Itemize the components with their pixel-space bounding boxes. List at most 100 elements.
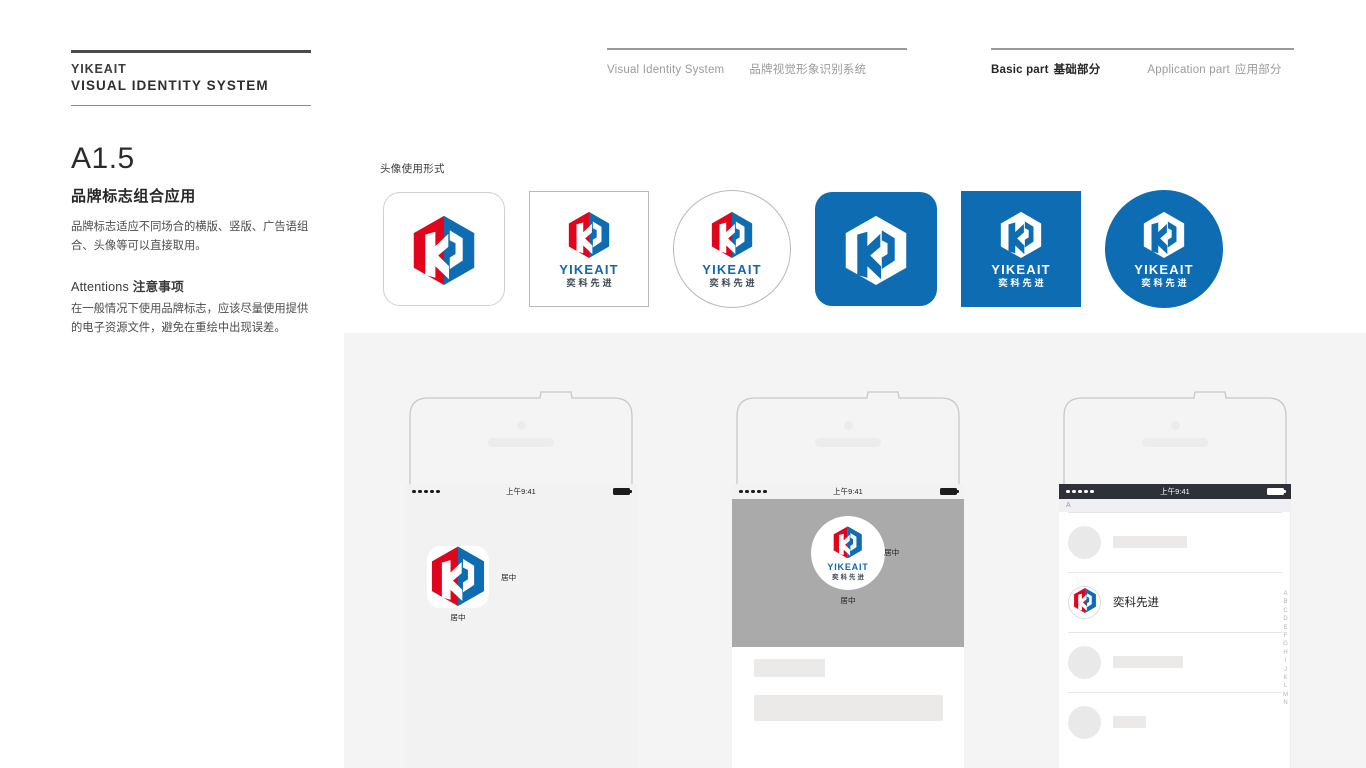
wordmark-en: YIKEAIT (559, 261, 619, 277)
phone-mockup-profile-screen: 上午9:41 YIKEAIT 奕科先进 居中 居中 (714, 388, 982, 768)
phone2-status-bar: 上午9:41 (732, 484, 964, 499)
logo-mark-icon (431, 545, 485, 606)
logo-mark-icon (711, 211, 753, 258)
page-root: YIKEAIT VISUAL IDENTITY SYSTEM Visual Id… (0, 0, 1366, 768)
attentions-heading: Attentions 注意事项 (71, 276, 321, 295)
contact-row[interactable] (1059, 692, 1291, 752)
logo-card-circle-full-lockup[interactable]: YIKEAIT 奕科先进 (673, 190, 791, 308)
phone-camera-dot (843, 421, 853, 430)
nav-group-title: Visual Identity System 品牌视觉形象识别系统 (607, 48, 907, 77)
logo-card-square-full-lockup[interactable]: YIKEAIT 奕科先进 (529, 191, 649, 307)
wordmark: YIKEAIT 奕科先进 (559, 263, 618, 288)
phone2-screen: 上午9:41 YIKEAIT 奕科先进 居中 居中 (732, 484, 964, 768)
battery-icon (940, 487, 960, 496)
nav-item-application-part-en: Application part (1147, 63, 1230, 76)
nav-group-parts: Basic part 基础部分 Application part 应用部分 (991, 48, 1294, 77)
logo-mark-icon (1072, 587, 1098, 618)
index-letter[interactable]: L (1284, 683, 1287, 690)
logo-mark-icon (413, 215, 475, 285)
wordmark: YIKEAIT 奕科先进 (1134, 263, 1193, 288)
index-letter[interactable]: N (1283, 700, 1287, 707)
contacts-list[interactable]: A 奕科先进 A B C D E F G H I J K L M N (1059, 499, 1291, 768)
logo-card-blue-rounded-square-mark-only[interactable] (815, 192, 937, 306)
phone1-screen: 上午9:41 居中 居中 (405, 484, 637, 768)
section-description: 品牌标志适应不同场合的横版、竖版、广告语组合、头像等可以直接取用。 (71, 221, 309, 252)
index-letter[interactable]: J (1284, 667, 1287, 674)
status-time: 上午9:41 (506, 487, 536, 496)
wordmark-cn: 奕科先进 (566, 277, 615, 288)
attentions-heading-cn: 注意事项 (132, 280, 184, 294)
wordmark: YIKEAIT 奕科先进 (991, 263, 1050, 288)
wordmark-en: YIKEAIT (702, 261, 762, 277)
index-letter[interactable]: E (1283, 625, 1287, 632)
avatar (1068, 525, 1101, 559)
contact-name-placeholder (1113, 656, 1183, 668)
contact-name: 奕科先进 (1113, 597, 1159, 609)
logo-lockup: YIKEAIT 奕科先进 (559, 210, 618, 288)
phone-speaker-grille (488, 438, 554, 447)
phone-speaker-grille (1142, 438, 1208, 447)
logo-lockup: YIKEAIT 奕科先进 (827, 525, 868, 582)
app-icon-tile[interactable] (427, 544, 489, 611)
phone1-caption-below: 居中 (450, 613, 466, 622)
phone2-caption-right: 居中 (884, 548, 900, 557)
contact-name-placeholder (1113, 536, 1187, 548)
index-letter[interactable]: G (1283, 641, 1288, 648)
battery-icon (613, 487, 633, 496)
wordmark-cn: 奕科先进 (709, 277, 758, 288)
logo-card-blue-square-full-lockup[interactable]: YIKEAIT 奕科先进 (961, 191, 1081, 307)
nav-item-basic-part-en: Basic part (991, 63, 1049, 76)
sidebar: A1.5 品牌标志组合应用 品牌标志适应不同场合的横版、竖版、广告语组合、头像等… (71, 142, 321, 338)
wordmark-cn: 奕科先进 (998, 277, 1047, 288)
logo-mark-icon (427, 544, 489, 611)
index-letter[interactable]: F (1284, 633, 1288, 640)
status-time: 上午9:41 (833, 487, 863, 496)
phone2-content-area (732, 647, 964, 768)
logo-mark-icon (568, 211, 610, 258)
logo-lockup: YIKEAIT 奕科先进 (991, 210, 1050, 288)
nav-item-visual-identity-system[interactable]: Visual Identity System (607, 64, 724, 76)
avatar (1068, 645, 1101, 679)
nav-item-application-part[interactable]: Application part 应用部分 (1147, 61, 1281, 77)
brand-name: YIKEAIT (71, 62, 127, 76)
index-letter[interactable]: B (1283, 599, 1287, 606)
phone2-banner: YIKEAIT 奕科先进 居中 居中 (732, 499, 964, 647)
contact-row-yikeait[interactable]: 奕科先进 (1059, 572, 1291, 632)
wordmark-cn: 奕科先进 (1141, 277, 1190, 288)
status-time: 上午9:41 (1160, 487, 1190, 496)
profile-avatar[interactable]: YIKEAIT 奕科先进 (811, 516, 885, 590)
wordmark-en: YIKEAIT (1134, 261, 1194, 277)
contact-row[interactable] (1059, 632, 1291, 692)
index-letter[interactable]: K (1283, 675, 1287, 682)
index-letter[interactable]: D (1283, 616, 1287, 623)
logo-card-blue-circle-full-lockup[interactable]: YIKEAIT 奕科先进 (1105, 190, 1223, 308)
phone-speaker-grille (815, 438, 881, 447)
phone1-status-bar: 上午9:41 (405, 484, 637, 499)
phone3-screen: 上午9:41 A 奕科先进 A B C D E F G H I J K L M … (1059, 484, 1291, 768)
index-letter[interactable]: A (1283, 591, 1287, 598)
content-placeholder-short (754, 659, 825, 677)
index-letter[interactable]: C (1283, 608, 1287, 615)
section-title: 品牌标志组合应用 (71, 188, 196, 205)
avatar (1068, 585, 1101, 619)
index-letter[interactable]: I (1285, 658, 1287, 665)
contacts-section-header: A (1059, 499, 1291, 512)
document-header: YIKEAIT VISUAL IDENTITY SYSTEM (71, 50, 311, 106)
phone3-status-bar: 上午9:41 (1059, 484, 1291, 499)
wordmark-en: YIKEAIT (991, 261, 1051, 277)
logo-row-label: 头像使用形式 (380, 163, 445, 175)
header-rule-bottom (71, 105, 311, 106)
logo-card-rounded-square-mark-only[interactable] (383, 192, 505, 306)
index-letter[interactable]: M (1283, 692, 1288, 699)
logo-variant-cards: YIKEAIT 奕科先进 YIKEAIT 奕科先进 YIKEAIT 奕科先进 Y… (383, 190, 1223, 308)
index-letter[interactable]: H (1283, 650, 1287, 657)
wordmark: YIKEAIT 奕科先进 (827, 563, 868, 581)
alphabet-index[interactable]: ABCDEFGHIJKLMN (1283, 591, 1288, 707)
nav-item-application-part-cn: 应用部分 (1234, 63, 1282, 76)
contact-row[interactable] (1059, 512, 1291, 572)
phone-camera-dot (516, 421, 526, 430)
nav-item-visual-identity-system-cn[interactable]: 品牌视觉形象识别系统 (749, 61, 866, 77)
wordmark-en: YIKEAIT (827, 562, 869, 573)
header-title-block: YIKEAIT VISUAL IDENTITY SYSTEM (71, 53, 311, 98)
nav-item-basic-part[interactable]: Basic part 基础部分 (991, 61, 1100, 77)
